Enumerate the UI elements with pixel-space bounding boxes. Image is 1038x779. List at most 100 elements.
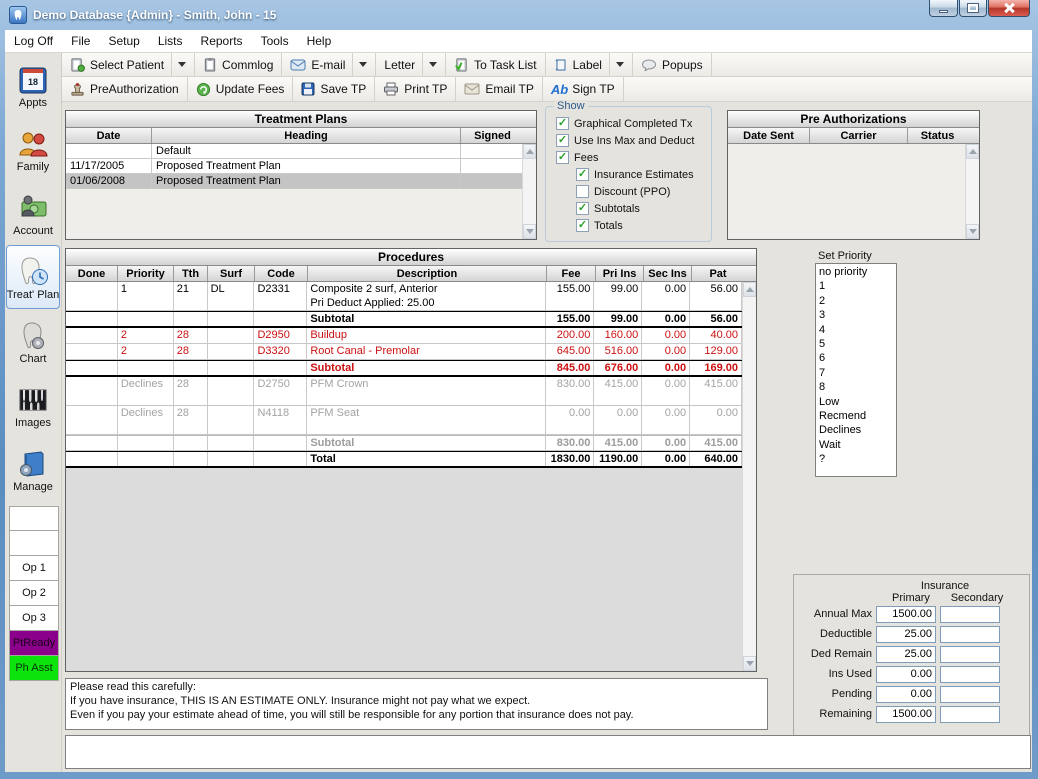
priority-option[interactable]: 7 xyxy=(819,366,896,380)
checkbox-discount-ppo[interactable]: Discount (PPO) xyxy=(576,183,711,200)
priority-option[interactable]: 3 xyxy=(819,308,896,322)
menu-reports[interactable]: Reports xyxy=(192,31,252,51)
chevron-up-icon xyxy=(746,287,754,292)
pre-authorizations-scrollbar[interactable] xyxy=(965,144,979,239)
operatory-box-ptready[interactable]: PtReady xyxy=(9,631,59,656)
checkbox-fees[interactable]: ✓ Fees xyxy=(556,149,711,166)
procedures-scrollbar[interactable] xyxy=(742,282,756,671)
checkbox-graphical-completed-tx[interactable]: ✓ Graphical Completed Tx xyxy=(556,115,711,132)
priority-option[interactable]: ? xyxy=(819,452,896,466)
sidebar-item-account[interactable]: Account xyxy=(5,181,61,245)
maximize-button[interactable] xyxy=(959,0,987,17)
menu-lists[interactable]: Lists xyxy=(149,31,192,51)
commlog-button[interactable]: Commlog xyxy=(195,53,282,76)
close-button[interactable] xyxy=(988,0,1030,17)
email-dropdown[interactable] xyxy=(352,53,367,76)
operatory-box-empty-1[interactable] xyxy=(9,506,59,531)
operatory-box-op2[interactable]: Op 2 xyxy=(9,581,59,606)
sidebar-item-treat-plan[interactable]: Treat' Plan xyxy=(6,245,60,309)
checkbox-insurance-estimates[interactable]: ✓ Insurance Estimates xyxy=(576,166,711,183)
pending-primary-field[interactable]: 0.00 xyxy=(876,686,936,703)
scroll-down-button[interactable] xyxy=(966,224,979,239)
priority-option[interactable]: no priority xyxy=(819,265,896,279)
procedure-row[interactable]: Declines 28 N4118 PFM Seat 0.00 0.00 0.0… xyxy=(66,406,742,435)
scroll-down-button[interactable] xyxy=(743,656,756,671)
treatment-plan-row[interactable]: 11/17/2005 Proposed Treatment Plan xyxy=(66,159,522,174)
priority-option[interactable]: Declines xyxy=(819,423,896,437)
menu-file[interactable]: File xyxy=(62,31,99,51)
annual-max-secondary-field[interactable] xyxy=(940,606,1000,623)
label-dropdown[interactable] xyxy=(609,53,624,76)
scroll-down-button[interactable] xyxy=(523,224,536,239)
select-patient-dropdown[interactable] xyxy=(171,53,186,76)
label-button[interactable]: Label xyxy=(546,53,633,76)
scroll-up-button[interactable] xyxy=(523,144,536,159)
ded-remain-secondary-field[interactable] xyxy=(940,646,1000,663)
sign-tp-button[interactable]: Ab Sign TP xyxy=(543,77,624,101)
deductible-secondary-field[interactable] xyxy=(940,626,1000,643)
remaining-secondary-field[interactable] xyxy=(940,706,1000,723)
ins-used-primary-field[interactable]: 0.00 xyxy=(876,666,936,683)
sidebar-item-images[interactable]: Images xyxy=(5,373,61,437)
priority-option[interactable]: Recmend xyxy=(819,409,896,423)
popups-button[interactable]: Popups xyxy=(633,53,712,76)
scroll-up-button[interactable] xyxy=(743,282,756,297)
pending-secondary-field[interactable] xyxy=(940,686,1000,703)
priority-option[interactable]: 6 xyxy=(819,351,896,365)
treatment-plan-row-selected[interactable]: 01/06/2008 Proposed Treatment Plan xyxy=(66,174,522,189)
priority-option[interactable]: Wait xyxy=(819,438,896,452)
checkbox-subtotals[interactable]: ✓ Subtotals xyxy=(576,200,711,217)
email-tp-button[interactable]: Email TP xyxy=(456,77,542,101)
remaining-primary-field[interactable]: 1500.00 xyxy=(876,706,936,723)
procedure-row[interactable]: 2 28 D2950 Buildup 200.00 160.00 0.00 40… xyxy=(66,328,742,344)
scroll-up-button[interactable] xyxy=(966,144,979,159)
treatment-plan-row[interactable]: Default xyxy=(66,144,522,159)
save-tp-button[interactable]: Save TP xyxy=(293,77,375,101)
preauthorization-button[interactable]: PreAuthorization xyxy=(62,77,188,101)
ins-used-secondary-field[interactable] xyxy=(940,666,1000,683)
sidebar-item-family[interactable]: Family xyxy=(5,117,61,181)
procedure-row[interactable]: Declines 28 D2750 PFM Crown 830.00 415.0… xyxy=(66,377,742,406)
title-bar[interactable]: Demo Database {Admin} - Smith, John - 15 xyxy=(0,0,1038,30)
menu-setup[interactable]: Setup xyxy=(99,31,148,51)
email-button[interactable]: E-mail xyxy=(282,53,376,76)
subtotal-row: Subtotal 155.00 99.00 0.00 56.00 xyxy=(66,311,742,328)
additional-note-field[interactable] xyxy=(65,735,1031,769)
letter-button[interactable]: Letter xyxy=(376,53,446,76)
operatory-box-op3[interactable]: Op 3 xyxy=(9,606,59,631)
checkbox-use-ins-max[interactable]: ✓ Use Ins Max and Deduct xyxy=(556,132,711,149)
sidebar-item-manage[interactable]: Manage xyxy=(5,437,61,501)
priority-option[interactable]: Low xyxy=(819,395,896,409)
deductible-primary-field[interactable]: 25.00 xyxy=(876,626,936,643)
priority-option[interactable]: 1 xyxy=(819,279,896,293)
treatment-plans-scrollbar[interactable] xyxy=(522,144,536,239)
ded-remain-primary-field[interactable]: 25.00 xyxy=(876,646,936,663)
priority-option[interactable]: 2 xyxy=(819,294,896,308)
print-tp-button[interactable]: Print TP xyxy=(375,77,456,101)
menu-help[interactable]: Help xyxy=(298,31,341,51)
operatory-box-op1[interactable]: Op 1 xyxy=(9,556,59,581)
select-patient-button[interactable]: Select Patient xyxy=(62,53,195,76)
procedure-row[interactable]: 1 21 DL D2331 Composite 2 surf, Anterior… xyxy=(66,282,742,311)
minimize-button[interactable] xyxy=(929,0,958,17)
procedure-row[interactable]: 2 28 D3320 Root Canal - Premolar 645.00 … xyxy=(66,344,742,360)
priority-option[interactable]: 5 xyxy=(819,337,896,351)
cell-description: Total xyxy=(307,452,545,466)
minimize-icon xyxy=(939,10,948,13)
menu-tools[interactable]: Tools xyxy=(252,31,298,51)
col-description: Description xyxy=(308,266,547,281)
estimate-note-field[interactable]: Please read this carefully: If you have … xyxy=(65,678,768,730)
to-task-list-button[interactable]: To Task List xyxy=(446,53,545,76)
popups-icon xyxy=(641,59,657,71)
annual-max-primary-field[interactable]: 1500.00 xyxy=(876,606,936,623)
update-fees-button[interactable]: Update Fees xyxy=(188,77,294,101)
letter-dropdown[interactable] xyxy=(422,53,437,76)
checkbox-totals[interactable]: ✓ Totals xyxy=(576,217,711,234)
sidebar-item-chart[interactable]: Chart xyxy=(5,309,61,373)
operatory-box-empty-2[interactable] xyxy=(9,531,59,556)
priority-option[interactable]: 8 xyxy=(819,380,896,394)
operatory-box-phasst[interactable]: Ph Asst xyxy=(9,656,59,681)
menu-log-off[interactable]: Log Off xyxy=(5,31,62,51)
sidebar-item-appts[interactable]: 18 Appts xyxy=(5,53,61,117)
priority-option[interactable]: 4 xyxy=(819,323,896,337)
